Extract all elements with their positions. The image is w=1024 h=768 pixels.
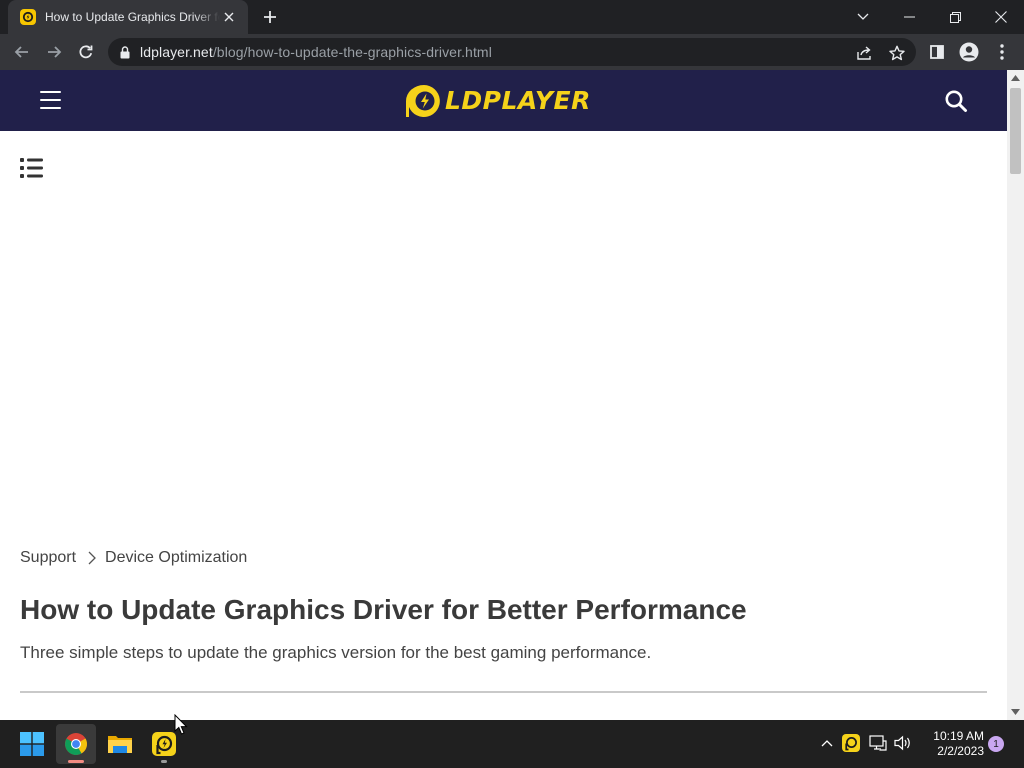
reload-icon — [79, 45, 93, 59]
browser-toolbar: ldplayer.net/blog/how-to-update-the-grap… — [0, 34, 1024, 70]
tab-strip: How to Update Graphics Driver for Better… — [0, 0, 1024, 34]
address-bar[interactable]: ldplayer.net/blog/how-to-update-the-grap… — [108, 38, 916, 66]
back-button[interactable] — [8, 38, 36, 66]
table-of-contents-icon[interactable] — [20, 157, 44, 179]
close-tab-icon[interactable] — [220, 8, 238, 26]
divider — [20, 691, 987, 693]
tab-title: How to Update Graphics Driver for Better… — [45, 10, 220, 24]
reload-button[interactable] — [72, 38, 100, 66]
chrome-menu-button[interactable] — [988, 38, 1016, 66]
article-title: How to Update Graphics Driver for Better… — [20, 594, 747, 625]
arrow-right-icon — [48, 46, 62, 58]
browser-tab[interactable]: How to Update Graphics Driver for Better… — [8, 0, 248, 34]
taskbar-app-chrome[interactable] — [56, 724, 96, 764]
scroll-up-arrow-icon[interactable] — [1011, 73, 1020, 82]
ldplayer-app-icon — [152, 732, 176, 756]
clock-time: 10:19 AM — [933, 729, 984, 743]
scroll-down-arrow-icon[interactable] — [1011, 707, 1020, 716]
site-header: LDPLAYER — [0, 70, 1007, 131]
search-icon[interactable] — [944, 89, 968, 113]
clock-date: 2/2/2023 — [937, 744, 984, 758]
notification-badge[interactable]: 1 — [988, 736, 1004, 752]
side-panel-icon — [930, 45, 944, 59]
windows-start-button[interactable] — [12, 724, 52, 764]
arrow-left-icon — [14, 46, 28, 58]
folder-icon — [108, 736, 132, 753]
share-icon[interactable] — [854, 42, 876, 64]
show-hidden-icons-chevron-up-icon[interactable] — [816, 732, 838, 754]
chrome-icon — [65, 733, 87, 755]
page-scrollbar[interactable] — [1007, 70, 1024, 720]
kebab-menu-icon — [1000, 44, 1004, 60]
ldplayer-logo-icon — [406, 84, 440, 117]
close-window-button[interactable] — [978, 0, 1024, 34]
url-text: ldplayer.net/blog/how-to-update-the-grap… — [140, 44, 492, 60]
profile-button[interactable] — [955, 38, 983, 66]
taskbar-app-file-explorer[interactable] — [100, 724, 140, 764]
lock-icon — [120, 45, 130, 58]
volume-icon[interactable] — [892, 732, 914, 754]
mouse-cursor-icon — [174, 714, 188, 735]
minimize-window-button[interactable] — [886, 0, 932, 34]
hamburger-menu-icon[interactable] — [40, 91, 61, 109]
app-active-indicator — [68, 760, 84, 763]
breadcrumb-item-device-optimization[interactable]: Device Optimization — [105, 549, 247, 567]
breadcrumb-item-support[interactable]: Support — [20, 549, 76, 567]
ldplayer-logo[interactable]: LDPLAYER — [405, 82, 591, 119]
restore-window-button[interactable] — [932, 0, 978, 34]
new-tab-button[interactable] — [258, 5, 282, 29]
breadcrumb: Support Device Optimization — [20, 549, 247, 567]
scrollbar-thumb[interactable] — [1010, 88, 1021, 174]
windows-logo-icon — [20, 732, 44, 756]
ldplayer-favicon-icon — [20, 9, 36, 25]
url-host: ldplayer.net — [140, 44, 213, 60]
chevron-right-icon — [88, 551, 96, 565]
url-path: /blog/how-to-update-the-graphics-driver.… — [212, 44, 492, 60]
page-viewport: LDPLAYER Support Device Optimization How… — [0, 70, 1024, 720]
ldplayer-tray-icon[interactable] — [840, 732, 862, 754]
side-panel-button[interactable] — [923, 38, 951, 66]
windows-taskbar: 10:19 AM 2/2/2023 1 — [0, 720, 1024, 768]
logo-text: LDPLAYER — [445, 86, 591, 115]
forward-button[interactable] — [40, 38, 68, 66]
article-subtitle: Three simple steps to update the graphic… — [20, 643, 652, 662]
app-running-indicator — [161, 760, 167, 763]
bookmark-star-icon[interactable] — [886, 42, 908, 64]
tab-search-chevron-icon[interactable] — [840, 0, 886, 34]
profile-icon — [959, 42, 979, 62]
network-icon[interactable] — [867, 732, 889, 754]
system-clock[interactable]: 10:19 AM 2/2/2023 — [920, 729, 984, 759]
